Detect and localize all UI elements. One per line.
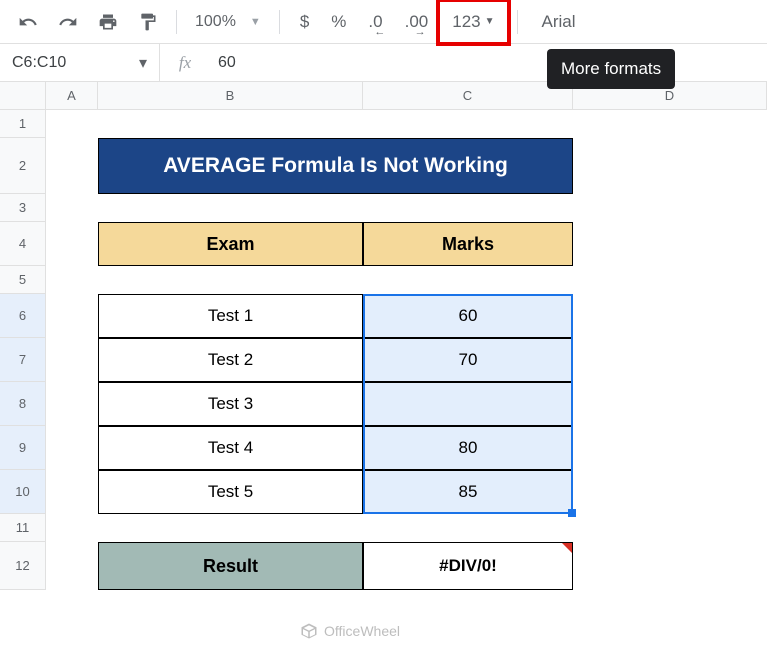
column-header[interactable]: B [98, 82, 363, 110]
caret-down-icon: ▼ [250, 16, 261, 28]
more-formats-highlight: 123 ▼ [436, 0, 510, 46]
arrow-right-icon: → [415, 26, 426, 38]
row-header[interactable]: 1 [0, 110, 46, 138]
zoom-dropdown[interactable]: 100% ▼ [187, 13, 269, 31]
row-header[interactable]: 2 [0, 138, 46, 194]
data-cell-exam[interactable]: Test 3 [98, 382, 363, 426]
number-format-group: $ % .0 ← .00 → 123 ▼ [290, 2, 507, 42]
data-cell-marks[interactable]: 60 [363, 294, 573, 338]
data-cell-exam[interactable]: Test 1 [98, 294, 363, 338]
header-cell-marks[interactable]: Marks [363, 222, 573, 266]
data-cell-marks[interactable] [363, 382, 573, 426]
format-percent-button[interactable]: % [321, 4, 356, 40]
print-button[interactable] [90, 4, 126, 40]
font-selector[interactable]: Arial [528, 12, 590, 32]
watermark: OfficeWheel [300, 622, 400, 640]
column-header[interactable]: A [46, 82, 98, 110]
select-all-corner[interactable] [0, 82, 46, 110]
name-box[interactable]: C6:C10 ▾ [0, 44, 160, 81]
result-value-cell[interactable]: #DIV/0! [363, 542, 573, 590]
paint-format-button[interactable] [130, 4, 166, 40]
tooltip: More formats [547, 49, 675, 89]
result-label-cell[interactable]: Result [98, 542, 363, 590]
row-header[interactable]: 10 [0, 470, 46, 514]
zoom-value: 100% [195, 13, 236, 31]
fx-icon: fx [160, 53, 210, 73]
toolbar-divider [279, 10, 280, 34]
undo-button[interactable] [10, 4, 46, 40]
redo-button[interactable] [50, 4, 86, 40]
cell-area[interactable]: AVERAGE Formula Is Not Working Exam Mark… [46, 110, 767, 158]
spreadsheet-grid: 1 2 3 4 5 6 7 8 9 10 11 12 A B C D AVERA… [0, 82, 767, 666]
row-header[interactable]: 3 [0, 194, 46, 222]
formula-input[interactable]: 60 [210, 54, 767, 72]
data-cell-marks[interactable]: 80 [363, 426, 573, 470]
caret-down-icon: ▾ [139, 53, 147, 73]
row-header[interactable]: 12 [0, 542, 46, 590]
row-header[interactable]: 6 [0, 294, 46, 338]
header-cell-exam[interactable]: Exam [98, 222, 363, 266]
arrow-left-icon: ← [374, 26, 385, 38]
more-formats-button[interactable]: 123 ▼ [444, 4, 502, 40]
column-header[interactable]: C [363, 82, 573, 110]
data-cell-marks[interactable]: 85 [363, 470, 573, 514]
toolbar-divider [517, 10, 518, 34]
increase-decimal-button[interactable]: .00 → [395, 4, 439, 40]
format-currency-button[interactable]: $ [290, 4, 319, 40]
row-header[interactable]: 4 [0, 222, 46, 266]
row-header[interactable]: 5 [0, 266, 46, 294]
data-cell-exam[interactable]: Test 4 [98, 426, 363, 470]
caret-down-icon: ▼ [485, 16, 495, 27]
row-header[interactable]: 11 [0, 514, 46, 542]
data-cell-exam[interactable]: Test 2 [98, 338, 363, 382]
data-cell-exam[interactable]: Test 5 [98, 470, 363, 514]
row-headers: 1 2 3 4 5 6 7 8 9 10 11 12 [0, 110, 46, 590]
title-cell[interactable]: AVERAGE Formula Is Not Working [98, 138, 573, 194]
row-header[interactable]: 9 [0, 426, 46, 470]
error-indicator-icon [562, 543, 572, 553]
toolbar: 100% ▼ $ % .0 ← .00 → 123 ▼ Arial [0, 0, 767, 44]
decrease-decimal-button[interactable]: .0 ← [358, 4, 392, 40]
toolbar-divider [176, 10, 177, 34]
row-header[interactable]: 8 [0, 382, 46, 426]
row-header[interactable]: 7 [0, 338, 46, 382]
data-cell-marks[interactable]: 70 [363, 338, 573, 382]
